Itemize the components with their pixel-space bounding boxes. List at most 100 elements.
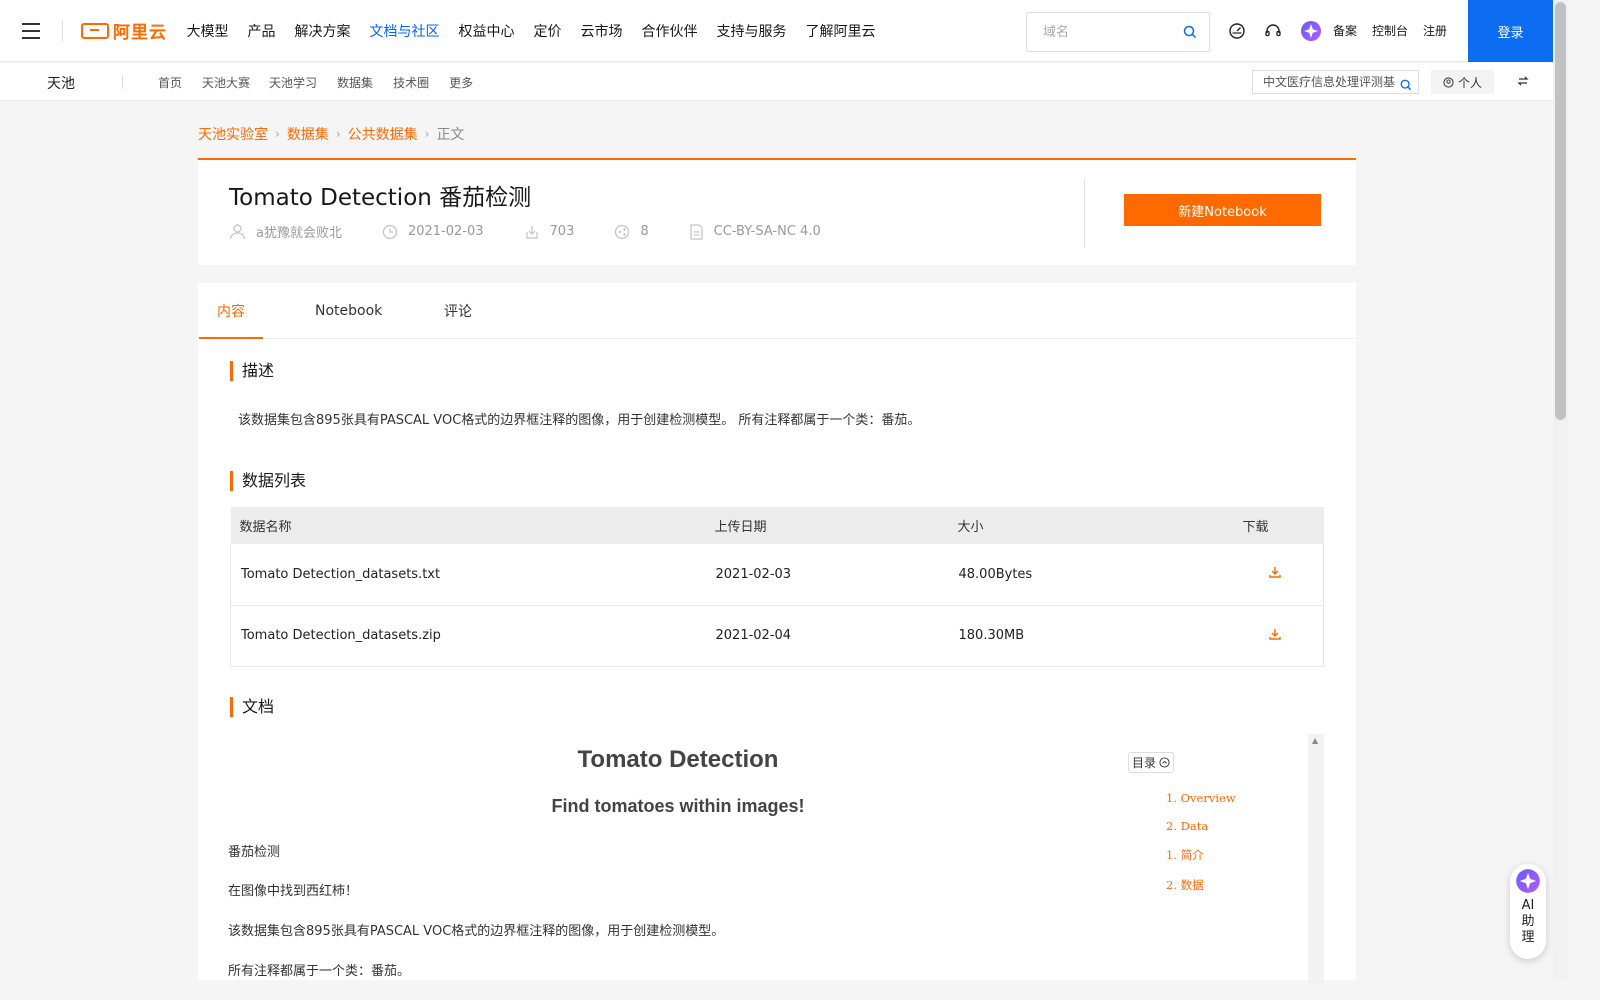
menu-item-benefits[interactable]: 权益中心 (449, 21, 524, 41)
download-icon[interactable] (1268, 565, 1282, 583)
file-date: 2021-02-04 (705, 605, 949, 667)
document-viewer: Tomato Detection Find tomatoes within im… (228, 734, 1324, 984)
user-icon (229, 224, 246, 240)
subnav-item-competitions[interactable]: 天池大赛 (202, 74, 250, 91)
top-icon-group (1228, 20, 1322, 46)
divider (122, 75, 123, 89)
content-panel: 描述 该数据集包含895张具有PASCAL VOC格式的边界框注释的图像，用于创… (198, 339, 1356, 984)
aliyun-logo[interactable]: 阿里云 (81, 18, 167, 43)
link-filing[interactable]: 备案 (1333, 22, 1357, 39)
subnav-item-tech-circle[interactable]: 技术圈 (393, 74, 429, 91)
menu-item-docs-community[interactable]: 文档与社区 (360, 21, 449, 41)
menu-item-pricing[interactable]: 定价 (524, 21, 571, 41)
breadcrumb-datasets[interactable]: 数据集 (287, 124, 329, 144)
file-name: Tomato Detection_datasets.zip (230, 605, 706, 667)
toc-item[interactable]: 1. Overview (1166, 791, 1236, 805)
share-count: 8 (640, 224, 649, 239)
chevron-right-icon: › (424, 127, 430, 141)
toc-label: 目录 (1132, 756, 1157, 770)
menu-item-marketplace[interactable]: 云市场 (571, 21, 632, 41)
breadcrumb-lab[interactable]: 天池实验室 (198, 124, 268, 144)
column-header-size: 大小 (948, 507, 1234, 544)
menu-item-support[interactable]: 支持与服务 (707, 21, 796, 41)
download-count: 703 (549, 224, 575, 239)
main-menu: 大模型 产品 解决方案 文档与社区 权益中心 定价 云市场 合作伙伴 支持与服务… (177, 21, 885, 41)
tab-comments[interactable]: 评论 (444, 283, 472, 339)
breadcrumb: 天池实验室 › 数据集 › 公共数据集 › 正文 (198, 124, 464, 144)
table-header-row: 数据名称 上传日期 大小 下载 (230, 507, 1324, 544)
table-row: Tomato Detection_datasets.txt 2021-02-03… (230, 544, 1324, 606)
menu-item-products[interactable]: 产品 (238, 21, 285, 41)
ai-star-icon[interactable] (1300, 20, 1322, 46)
domain-search-input[interactable] (1043, 24, 1178, 40)
upload-date: 2021-02-03 (407, 224, 484, 239)
tab-notebook[interactable]: Notebook (315, 283, 382, 339)
doc-paragraph: 所有注释都属于一个类：番茄。 (228, 964, 411, 979)
file-date: 2021-02-03 (705, 544, 949, 606)
ai-assistant-button[interactable]: AI助理 (1510, 864, 1546, 959)
description-text: 该数据集包含895张具有PASCAL VOC格式的边界框注释的图像，用于创建检测… (238, 413, 921, 428)
dashboard-icon[interactable] (1228, 22, 1246, 44)
link-console[interactable]: 控制台 (1372, 22, 1408, 39)
new-notebook-button[interactable]: 新建Notebook (1124, 194, 1321, 226)
section-title-description: 描述 (230, 361, 274, 381)
file-size: 180.30MB (948, 605, 1234, 667)
toc-toggle[interactable]: 目录 (1128, 752, 1175, 773)
logo-mark-icon (81, 22, 109, 39)
subnav-item-learning[interactable]: 天池学习 (269, 74, 317, 91)
login-button[interactable]: 登录 (1468, 0, 1553, 62)
column-header-name: 数据名称 (230, 507, 706, 544)
doc-paragraph: 该数据集包含895张具有PASCAL VOC格式的边界框注释的图像，用于创建检测… (228, 924, 725, 939)
tianchi-search-input[interactable]: 中文医疗信息处理评测基 (1252, 70, 1419, 94)
file-size: 48.00Bytes (948, 544, 1234, 606)
table-row: Tomato Detection_datasets.zip 2021-02-04… (230, 605, 1324, 667)
license: CC-BY-SA-NC 4.0 (713, 224, 821, 239)
dataset-meta: a犹豫就会败北 2021-02-03 703 8 CC-BY-SA-NC 4.0 (229, 222, 861, 241)
chevron-right-icon: › (275, 127, 280, 141)
clock-icon (382, 224, 398, 239)
section-title-docs: 文档 (230, 697, 274, 717)
meta-shares: 8 (614, 224, 649, 240)
search-icon[interactable] (1400, 76, 1412, 93)
menu-item-solutions[interactable]: 解决方案 (285, 21, 360, 41)
doc-scrollbar[interactable]: ▲ (1308, 734, 1324, 984)
download-icon[interactable] (1268, 627, 1282, 645)
toc-item[interactable]: 2. Data (1166, 819, 1236, 833)
doc-subtitle: Find tomatoes within images! (551, 796, 805, 816)
subnav-item-home[interactable]: 首页 (158, 74, 182, 91)
page-scrollbar[interactable] (1553, 0, 1568, 980)
menu-item-about[interactable]: 了解阿里云 (796, 21, 885, 41)
scroll-up-icon[interactable]: ▲ (1312, 736, 1318, 745)
author-name[interactable]: a犹豫就会败北 (256, 222, 342, 241)
subnav-item-more[interactable]: 更多 (449, 74, 473, 91)
top-links: 备案 控制台 注册 (1333, 22, 1447, 39)
divider (1084, 178, 1085, 248)
domain-search (1026, 12, 1210, 52)
menu-item-large-model[interactable]: 大模型 (177, 21, 238, 41)
headset-icon[interactable] (1264, 22, 1282, 44)
breadcrumb-public-datasets[interactable]: 公共数据集 (348, 124, 418, 144)
share-icon (615, 224, 630, 239)
content-tabs: 内容 Notebook 评论 (198, 283, 1356, 340)
dataset-header-card: Tomato Detection 番茄检测 a犹豫就会败北 2021-02-03… (198, 158, 1356, 265)
doc-paragraph: 番茄检测 (228, 845, 281, 860)
swap-icon[interactable] (1517, 75, 1529, 91)
download-cell (1233, 544, 1324, 606)
menu-icon[interactable] (0, 0, 62, 62)
link-register[interactable]: 注册 (1423, 22, 1447, 39)
toc-item[interactable]: 2. 数据 (1166, 877, 1236, 893)
subnav-item-datasets[interactable]: 数据集 (337, 74, 373, 91)
scrollbar-thumb[interactable] (1555, 2, 1566, 420)
meta-date: 2021-02-03 (382, 224, 484, 240)
personal-button[interactable]: 个人 (1431, 70, 1494, 94)
toc-item[interactable]: 1. 简介 (1166, 847, 1236, 863)
section-title-file-list: 数据列表 (230, 471, 306, 491)
tianchi-brand[interactable]: 天池 (47, 73, 75, 93)
tab-content[interactable]: 内容 (199, 283, 263, 340)
search-icon[interactable] (1183, 25, 1197, 43)
doc-paragraph: 在图像中找到西红柿！ (228, 884, 359, 899)
tianchi-subnav: 天池 首页 天池大赛 天池学习 数据集 技术圈 更多 中文医疗信息处理评测基 个… (0, 63, 1553, 101)
file-name: Tomato Detection_datasets.txt (230, 544, 706, 606)
menu-item-partners[interactable]: 合作伙伴 (632, 21, 707, 41)
download-cell (1233, 605, 1324, 667)
